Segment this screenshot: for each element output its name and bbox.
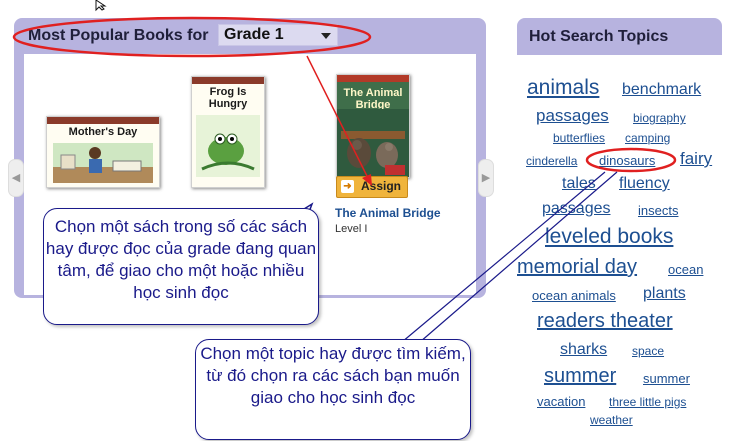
pointer-line: [419, 171, 618, 343]
callout-topics: Chọn một topic hay được tìm kiếm, từ đó …: [195, 339, 471, 440]
callout-topics-text: Chọn một topic hay được tìm kiếm, từ đó …: [200, 344, 466, 407]
dinosaurs-highlight-ellipse: [585, 147, 677, 173]
mouse-cursor-icon: [95, 0, 107, 12]
grade-highlight-ellipse: [12, 16, 372, 58]
pointer-line: [401, 171, 606, 343]
callout-books: Chọn một sách trong số các sách hay được…: [43, 208, 319, 325]
pointer-arrowhead: [362, 174, 372, 186]
callout-books-text: Chọn một sách trong số các sách hay được…: [45, 217, 317, 302]
pointer-line: [306, 55, 368, 177]
